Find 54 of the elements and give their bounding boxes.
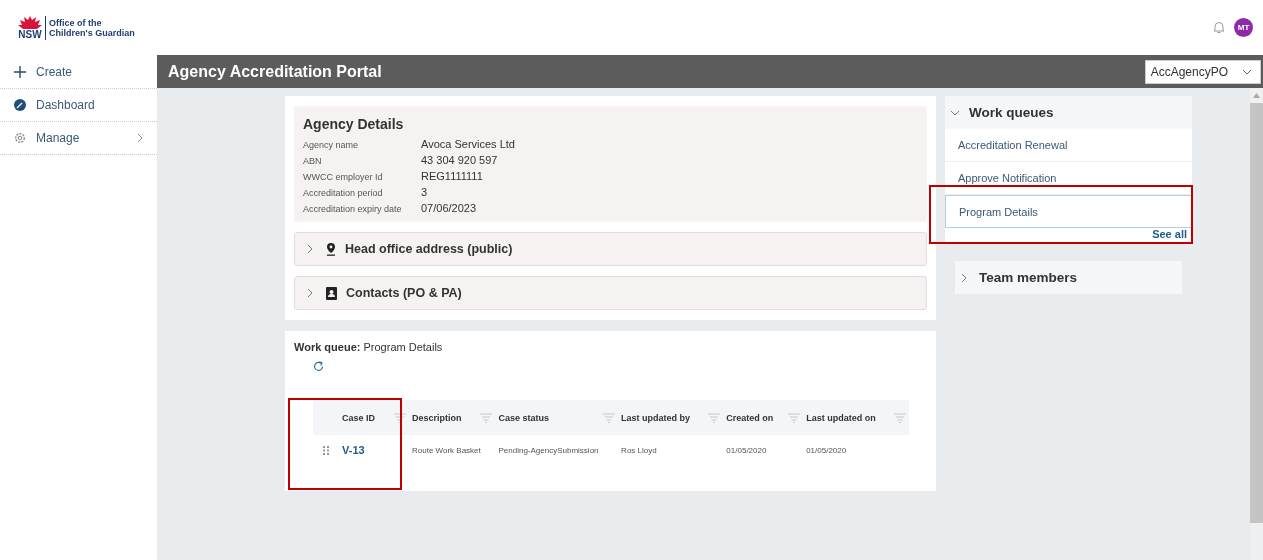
- accordion-header[interactable]: Contacts (PO & PA): [294, 276, 927, 310]
- brand-name-line: Children's Guardian: [49, 27, 135, 38]
- chevron-icon: [307, 244, 313, 254]
- table-cell: Route Work Basket: [412, 445, 481, 455]
- queue-item[interactable]: Accreditation Renewal: [945, 129, 1192, 162]
- contact-card-icon: [326, 286, 337, 300]
- section-title: Agency Details: [303, 116, 405, 132]
- field-value: Avoca Services Ltd: [421, 138, 516, 150]
- refresh-icon[interactable]: [313, 361, 324, 372]
- operator-dropdown[interactable]: AccAgencyPO: [1144, 59, 1261, 84]
- column-header[interactable]: Last updated by: [618, 400, 724, 435]
- accordion-header[interactable]: Head office address (public): [294, 232, 927, 266]
- field-label: Agency name: [303, 140, 360, 150]
- logo-text: NSW: [18, 29, 42, 40]
- brand-name-line: Office of the: [49, 17, 103, 28]
- user-avatar[interactable]: MT: [1234, 18, 1253, 37]
- field-value: 07/06/2023: [421, 202, 478, 214]
- queue-item[interactable]: Program Details: [945, 195, 1192, 228]
- column-header[interactable]: Description: [409, 400, 496, 435]
- work-queue-heading: Work queue: Program Details: [294, 341, 444, 353]
- see-all-link[interactable]: See all: [1152, 228, 1187, 242]
- portal-title: Agency Accreditation Portal: [168, 62, 382, 81]
- plus-icon: [14, 66, 26, 78]
- field-value: REG1111111: [421, 170, 484, 182]
- scroll-up-icon[interactable]: [1253, 93, 1260, 98]
- chevron-icon: [307, 288, 313, 298]
- settings-icon: [14, 132, 26, 144]
- panel-header[interactable]: Work queues: [945, 96, 1192, 129]
- drag-handle-icon[interactable]: [323, 446, 329, 455]
- chevron-icon: [950, 109, 960, 116]
- chevron-icon: [961, 272, 967, 283]
- notification-bell-icon[interactable]: [1213, 21, 1225, 34]
- field-label: Accreditation period: [303, 188, 384, 198]
- queue-item[interactable]: Approve Notification: [945, 162, 1192, 195]
- table-cell: Ros Lloyd: [621, 445, 657, 455]
- table-cell: Pending-AgencySubmission: [498, 445, 599, 455]
- field-label: ABN: [303, 156, 323, 166]
- panel-header[interactable]: Team members: [955, 261, 1182, 294]
- field-value: 43 304 920 597: [421, 154, 499, 166]
- map-pin-icon: [326, 242, 336, 256]
- gauge-icon: [14, 99, 26, 111]
- table-cell: 01/05/2020: [806, 445, 847, 455]
- waratah-icon: [18, 15, 42, 30]
- table-cell: 01/05/2020: [726, 445, 767, 455]
- filter-icon[interactable]: [394, 412, 406, 423]
- column-header[interactable]: Last updated on: [803, 400, 909, 435]
- case-link[interactable]: V-13: [342, 444, 365, 456]
- field-label: Accreditation expiry date: [303, 204, 403, 214]
- column-header[interactable]: Case ID: [339, 400, 409, 435]
- chevron-down-icon: [1242, 68, 1252, 75]
- column-header[interactable]: Created on: [723, 400, 804, 435]
- field-value: 3: [421, 186, 429, 198]
- column-header[interactable]: Case status: [495, 400, 619, 435]
- field-label: WWCC employer Id: [303, 172, 384, 182]
